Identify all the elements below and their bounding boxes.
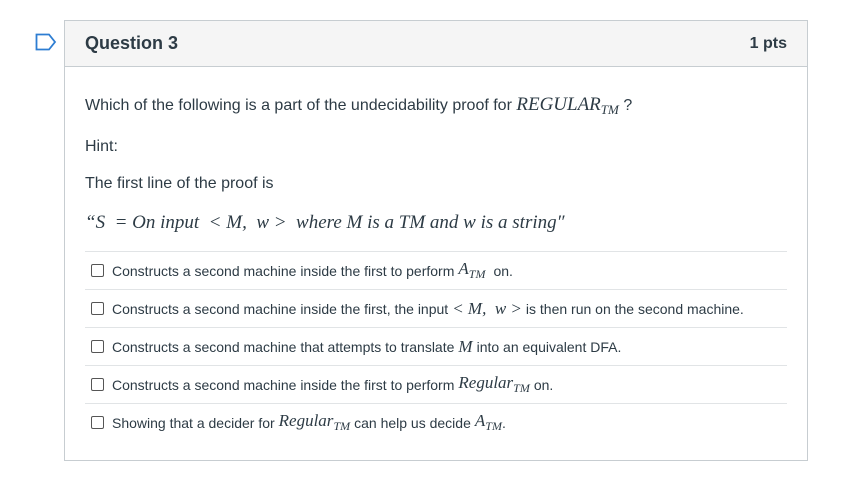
answer-option-1[interactable]: Constructs a second machine inside the f… bbox=[85, 252, 787, 290]
question-title: Question 3 bbox=[85, 33, 179, 53]
answer-3-pre: Constructs a second machine that attempt… bbox=[112, 338, 455, 355]
question-card: Question 3 1 pts Which of the following … bbox=[64, 20, 808, 461]
answer-5-math-main: Regular bbox=[278, 411, 334, 430]
bookmark-icon[interactable] bbox=[35, 33, 57, 51]
answer-1-post: on. bbox=[493, 262, 513, 279]
answer-4-math-main: Regular bbox=[458, 373, 514, 392]
answer-3-math: M bbox=[458, 336, 473, 356]
answer-3-post: into an equivalent DFA. bbox=[476, 338, 622, 355]
prompt-math: REGULARTM bbox=[516, 94, 619, 117]
answer-checkbox-5[interactable] bbox=[91, 416, 104, 429]
answer-option-2[interactable]: Constructs a second machine inside the f… bbox=[85, 290, 787, 328]
question-body: Which of the following is a part of the … bbox=[65, 67, 807, 441]
answer-4-pre: Constructs a second machine inside the f… bbox=[112, 376, 455, 393]
answer-1-math-main: A bbox=[458, 259, 469, 278]
answer-5-post: can help us decide bbox=[354, 414, 471, 431]
first-line-math: “S = On input < M, w > where M is a TM a… bbox=[85, 212, 565, 233]
answer-5-post2: . bbox=[501, 414, 506, 431]
question-header: Question 3 1 pts bbox=[65, 21, 807, 67]
first-line-intro: The first line of the proof is bbox=[85, 175, 274, 192]
answer-4-math-sub: TM bbox=[513, 381, 530, 395]
answer-1-math: ATM bbox=[458, 259, 485, 282]
answer-5-math2: ATM bbox=[475, 411, 502, 434]
answer-option-3[interactable]: Constructs a second machine that attempt… bbox=[85, 328, 787, 366]
answer-checkbox-2[interactable] bbox=[91, 302, 104, 315]
answer-5-pre: Showing that a decider for bbox=[112, 414, 275, 431]
answer-option-5[interactable]: Showing that a decider for RegularTM can… bbox=[85, 404, 787, 441]
prompt-text: Which of the following is a part of the … bbox=[85, 97, 512, 114]
answer-4-post: on. bbox=[533, 376, 554, 393]
answer-2-post: is then run on the second machine. bbox=[525, 300, 744, 317]
prompt-math-main: REGULAR bbox=[516, 94, 601, 115]
answer-2-pre: Constructs a second machine inside the f… bbox=[112, 300, 449, 317]
answer-checkbox-1[interactable] bbox=[91, 264, 104, 277]
answer-option-4[interactable]: Constructs a second machine inside the f… bbox=[85, 366, 787, 404]
answer-5-math2-main: A bbox=[474, 411, 486, 430]
answer-list: Constructs a second machine inside the f… bbox=[85, 251, 787, 441]
answer-1-pre: Constructs a second machine inside the f… bbox=[112, 262, 455, 279]
answer-1-math-sub: TM bbox=[468, 267, 486, 281]
answer-5-math2-sub: TM bbox=[485, 419, 502, 433]
answer-4-math: RegularTM bbox=[458, 373, 529, 396]
question-prompt: Which of the following is a part of the … bbox=[85, 95, 787, 119]
hint-label: Hint: bbox=[85, 138, 118, 155]
answer-2-math: < M, w > bbox=[452, 298, 522, 318]
answer-checkbox-4[interactable] bbox=[91, 378, 104, 391]
question-points: 1 pts bbox=[749, 34, 787, 52]
prompt-math-sub: TM bbox=[600, 102, 619, 117]
answer-checkbox-3[interactable] bbox=[91, 340, 104, 353]
answer-5-math-sub: TM bbox=[333, 419, 351, 433]
answer-5-math: RegularTM bbox=[279, 411, 350, 434]
prompt-end: ? bbox=[623, 97, 633, 114]
